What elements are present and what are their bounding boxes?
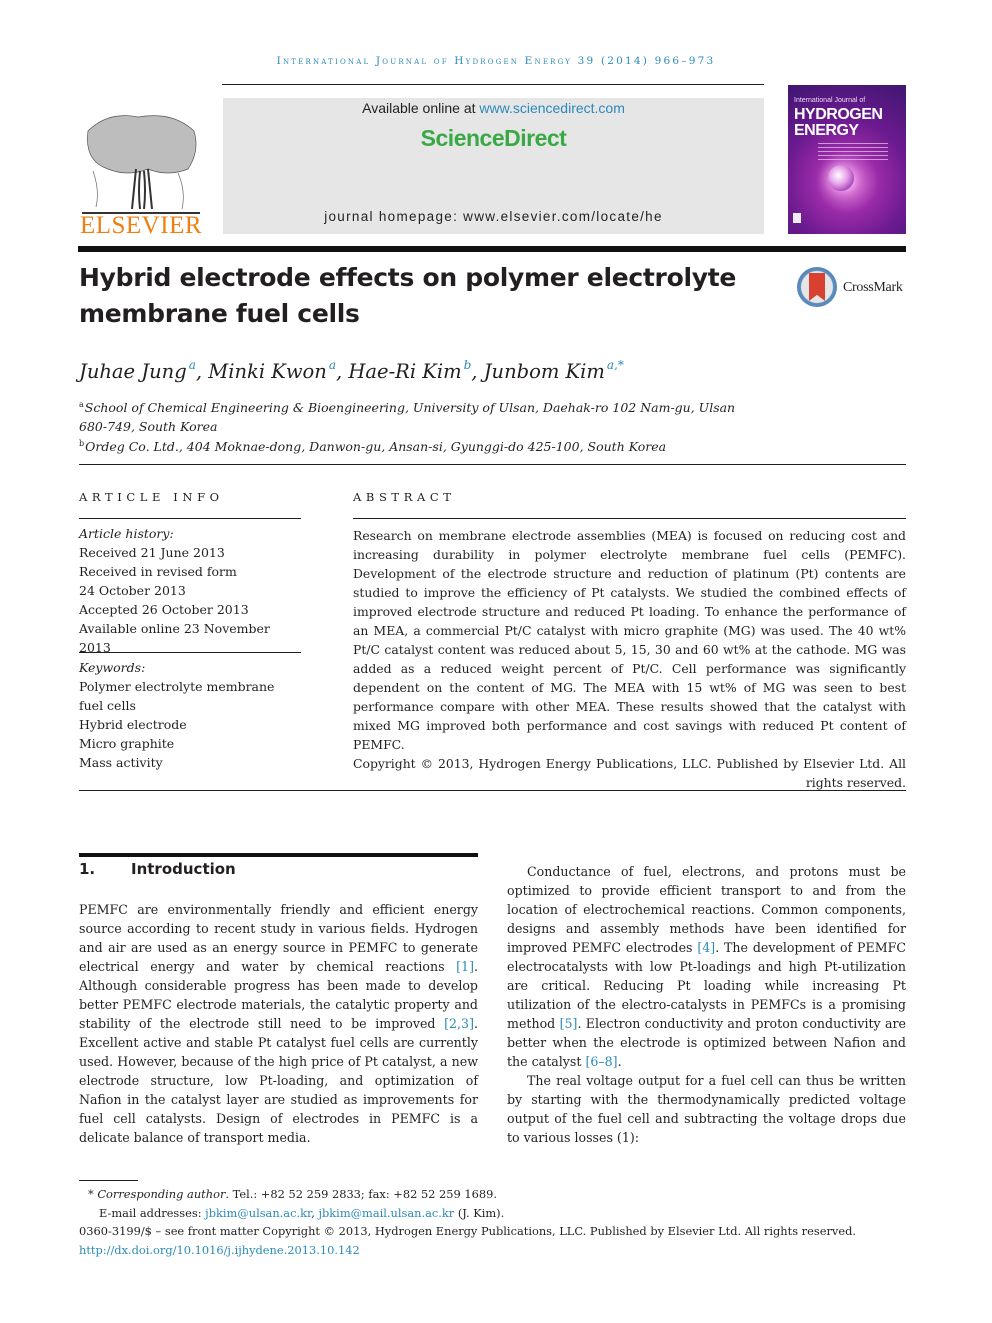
- abstract-text: Research on membrane electrode assemblie…: [353, 528, 906, 752]
- author-name[interactable]: Hae-Ri Kim: [348, 360, 461, 383]
- history-label: Article history:: [79, 526, 174, 541]
- header-divider: [78, 246, 906, 252]
- keyword: Mass activity: [79, 755, 163, 770]
- article-info-rule: [79, 518, 301, 519]
- citation-link[interactable]: [2,3]: [444, 1016, 474, 1031]
- abstract-copyright: Copyright © 2013, Hydrogen Energy Public…: [353, 756, 906, 790]
- email-label: E-mail addresses:: [99, 1205, 206, 1220]
- sciencedirect-link[interactable]: www.sciencedirect.com: [479, 100, 625, 116]
- abstract-rule: [353, 518, 906, 519]
- sciencedirect-brand: ScienceDirect: [420, 125, 567, 151]
- corresponding-contact: . Tel.: +82 52 259 2833; fax: +82 52 259…: [225, 1187, 498, 1201]
- history-item: Accepted 26 October 2013: [79, 602, 249, 617]
- email-note: E-mail addresses: jbkim@ulsan.ac.kr, jbk…: [79, 1204, 919, 1223]
- email-link[interactable]: jbkim@ulsan.ac.kr: [205, 1206, 311, 1220]
- introduction-rule: [79, 853, 478, 857]
- citation-link[interactable]: [4]: [697, 940, 715, 955]
- author-name[interactable]: Junbom Kim: [484, 360, 605, 383]
- cover-title: HYDROGEN ENERGY: [794, 106, 883, 139]
- keyword: Micro graphite: [79, 736, 175, 751]
- author-list: Juhae Jung a, Minki Kwon a, Hae-Ri Kim b, J…: [79, 358, 624, 383]
- crossmark-button[interactable]: CrossMark: [797, 267, 907, 309]
- affiliation-text: School of Chemical Engineering & Bioengi…: [79, 400, 736, 434]
- corresponding-label: Corresponding author: [97, 1187, 226, 1201]
- email-suffix: (J. Kim).: [454, 1205, 505, 1220]
- keyword: Hybrid electrode: [79, 717, 187, 732]
- crossmark-label: CrossMark: [843, 280, 903, 295]
- author-affil-mark[interactable]: a: [189, 358, 196, 372]
- header-rule: [222, 84, 764, 85]
- history-item: Received 21 June 2013: [79, 545, 225, 560]
- running-head: International Journal of Hydrogen Energy…: [276, 55, 716, 67]
- available-online: Available online at www.sciencedirect.co…: [223, 100, 764, 116]
- cover-orb-graphic: [828, 165, 854, 191]
- affiliation-text: Ordeg Co. Ltd., 404 Moknae-dong, Danwon-…: [85, 439, 667, 454]
- cover-title-line2: ENERGY: [794, 122, 859, 139]
- abstract-body: Research on membrane electrode assemblie…: [353, 526, 906, 792]
- available-online-prefix: Available online at: [362, 100, 480, 116]
- article-info-heading: ARTICLE INFO: [79, 490, 224, 504]
- citation-link[interactable]: [1]: [456, 959, 474, 974]
- cover-subtitle: International Journal of: [794, 97, 866, 104]
- affiliation-b: bOrdeg Co. Ltd., 404 Moknae-dong, Danwon…: [79, 434, 779, 456]
- keywords-rule: [79, 652, 301, 653]
- history-item: 24 October 2013: [79, 583, 186, 598]
- affiliation-a: aSchool of Chemical Engineering & Bioeng…: [79, 395, 759, 436]
- text-run: PEMFC are environmentally friendly and e…: [79, 902, 478, 974]
- issn-copyright: 0360-3199/$ – see front matter Copyright…: [79, 1224, 856, 1238]
- paragraph: The real voltage output for a fuel cell …: [507, 1073, 906, 1145]
- keyword: Polymer electrolyte membrane fuel cells: [79, 679, 275, 713]
- text-run: . Excellent active and stable Pt catalys…: [79, 1016, 478, 1145]
- citation-link[interactable]: [6–8]: [585, 1054, 617, 1069]
- asterisk-mark: *: [88, 1187, 98, 1201]
- history-item: Received in revised form: [79, 564, 237, 579]
- keywords: Keywords: Polymer electrolyte membrane f…: [79, 658, 301, 772]
- cover-editors: [818, 143, 888, 163]
- section-number: 1.: [79, 860, 96, 878]
- footnote-rule: [79, 1180, 138, 1181]
- journal-homepage[interactable]: journal homepage: www.elsevier.com/locat…: [223, 209, 764, 224]
- abstract-heading: ABSTRACT: [353, 490, 456, 504]
- article-title: Hybrid electrode effects on polymer elec…: [79, 263, 737, 328]
- section-title: Introduction: [131, 860, 236, 878]
- doi-link[interactable]: http://dx.doi.org/10.1016/j.ijhydene.201…: [79, 1243, 360, 1257]
- corresponding-author-note: * Corresponding author. Tel.: +82 52 259…: [79, 1185, 919, 1204]
- section-heading-introduction: 1. Introduction: [79, 860, 236, 878]
- cover-logo: [793, 213, 801, 223]
- email-link[interactable]: jbkim@mail.ulsan.ac.kr: [318, 1206, 454, 1220]
- affiliation-key: a: [79, 400, 84, 409]
- journal-cover-image: International Journal of HYDROGEN ENERGY: [788, 85, 906, 234]
- affiliation-divider: [79, 464, 906, 465]
- elsevier-wordmark: ELSEVIER: [79, 212, 203, 239]
- citation-link[interactable]: [5]: [560, 1016, 578, 1031]
- text-run: .: [617, 1054, 622, 1069]
- cover-title-line1: HYDROGEN: [794, 106, 883, 123]
- author-affil-mark[interactable]: a,*: [607, 358, 624, 372]
- author-affil-mark[interactable]: a: [329, 358, 336, 372]
- abstract-end-divider: [79, 790, 906, 791]
- intro-left-column: PEMFC are environmentally friendly and e…: [79, 900, 478, 1147]
- author-affil-mark[interactable]: b: [464, 358, 472, 372]
- paragraph: Conductance of fuel, electrons, and prot…: [507, 862, 906, 1071]
- keywords-label: Keywords:: [79, 660, 146, 675]
- article-history: Article history: Received 21 June 2013 R…: [79, 524, 301, 657]
- author-name[interactable]: Juhae Jung: [79, 360, 187, 383]
- intro-right-column: Conductance of fuel, electrons, and prot…: [507, 862, 906, 1147]
- footnotes: * Corresponding author. Tel.: +82 52 259…: [79, 1185, 919, 1259]
- paragraph: PEMFC are environmentally friendly and e…: [79, 900, 478, 1147]
- affiliation-key: b: [79, 439, 85, 448]
- author-name[interactable]: Minki Kwon: [208, 360, 327, 383]
